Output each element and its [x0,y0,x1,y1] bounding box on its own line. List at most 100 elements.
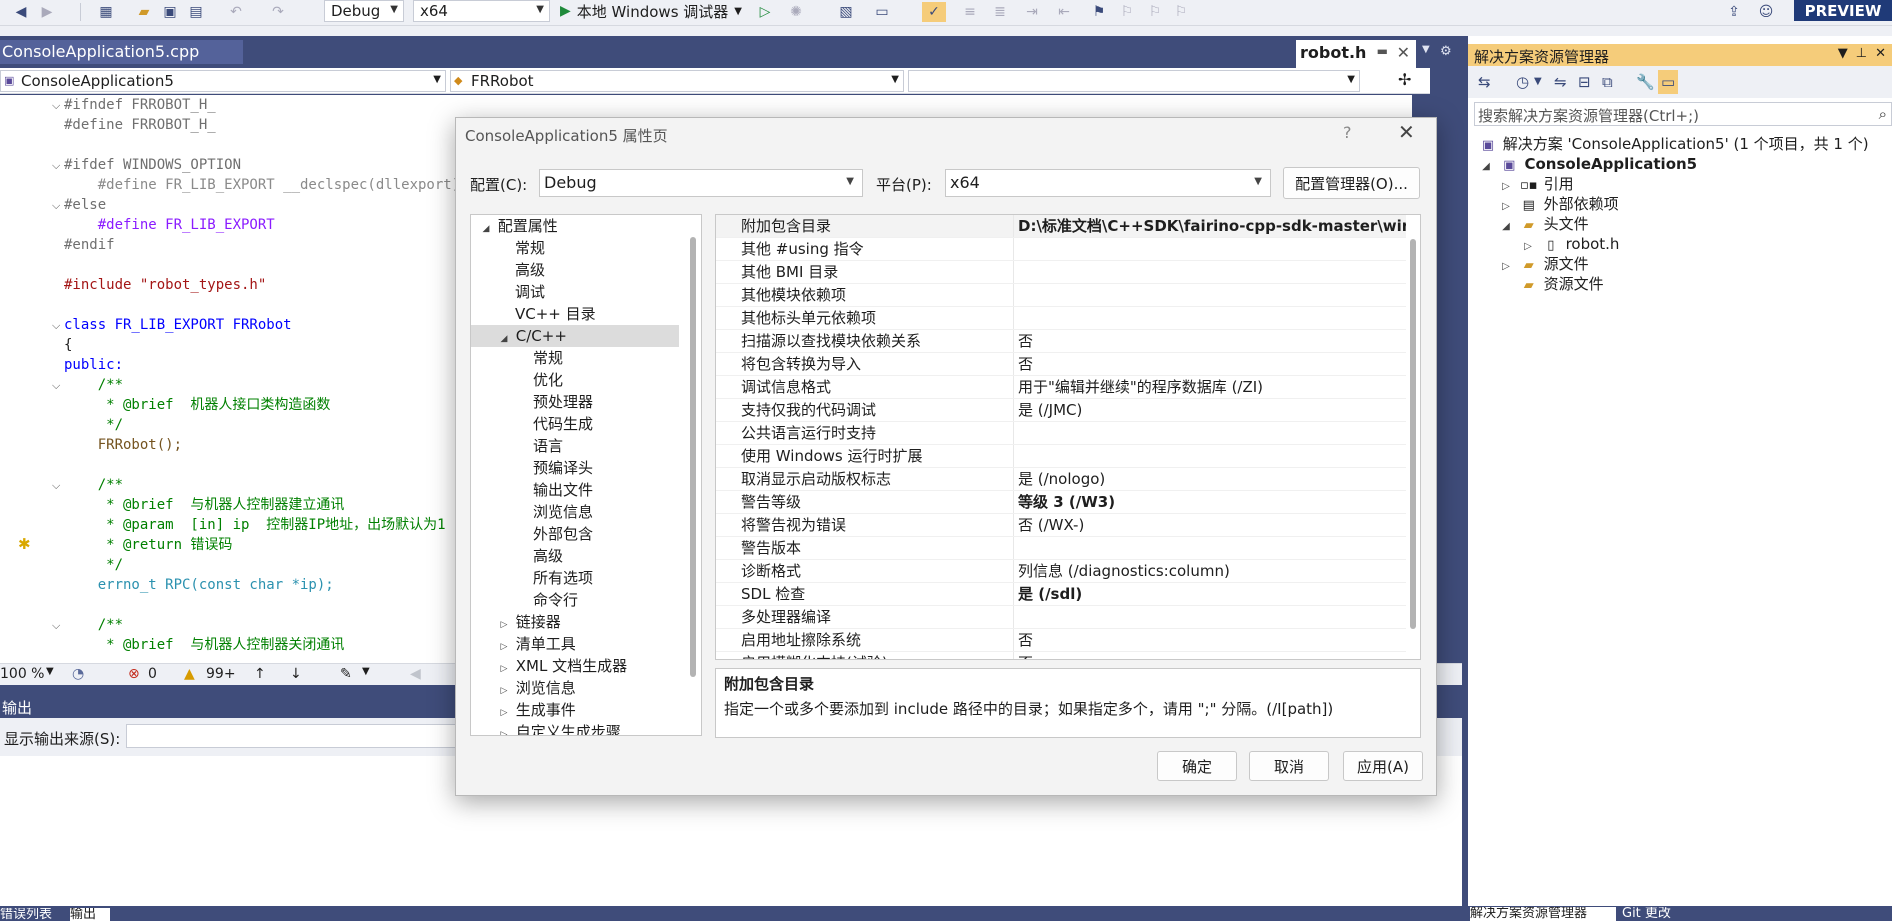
tree-item-all-options[interactable]: 所有选项 [471,567,679,589]
tree-item-external-deps[interactable]: ▷ ▤ 外部依赖项 [1498,194,1618,214]
property-row[interactable]: 调试信息格式 用于"编辑并继续"的程序数据库 (/ZI) [716,376,1406,399]
tree-item-advanced[interactable]: 高级 [471,259,679,281]
output-source-combo[interactable] [126,724,466,748]
tree-item-preprocessor[interactable]: 预处理器 [471,391,679,413]
next-bookmark-icon[interactable]: ⚐ [1146,2,1164,22]
property-row[interactable]: 启用地址擦除系统 否 [716,629,1406,652]
pin-icon[interactable]: ▬ [1377,44,1388,58]
property-value[interactable] [1013,261,1406,283]
tree-item-custom-build-step[interactable]: ▷ 自定义生成步骤 [471,721,679,735]
property-row[interactable]: 多处理器编译 [716,606,1406,629]
save-icon[interactable]: ▣ [160,2,180,22]
fold-icon[interactable]: ⌵ [52,319,60,333]
open-file-icon[interactable]: ▰ [134,2,154,22]
property-value[interactable] [1013,537,1406,559]
property-value[interactable]: 用于"编辑并继续"的程序数据库 (/ZI) [1013,376,1406,398]
property-row[interactable]: 其他标头单元依赖项 [716,307,1406,330]
property-row[interactable]: SDL 检查 是 (/sdl) [716,583,1406,606]
member-scope-combo[interactable]: ▼ [908,70,1360,92]
property-value[interactable]: 否 [1013,652,1406,659]
arrow-down-icon[interactable]: ↓ [290,666,302,682]
property-row[interactable]: 支持仅我的代码调试 是 (/JMC) [716,399,1406,422]
scroll-left-icon[interactable]: ◀ [410,666,421,682]
property-row[interactable]: 其他 BMI 目录 [716,261,1406,284]
property-value[interactable]: 否 [1013,353,1406,375]
tree-item-precompiled-headers[interactable]: 预编译头 [471,457,679,479]
tree-item-external-includes[interactable]: 外部包含 [471,523,679,545]
account-icon[interactable]: ☺ [1756,2,1776,22]
tree-item-general[interactable]: 常规 [471,237,679,259]
switch-views-icon[interactable]: ⇆ [1478,73,1491,91]
tree-item-source-files[interactable]: ▷ ▰ 源文件 [1498,254,1588,274]
spell-check-icon[interactable]: ✓ [922,2,946,22]
tree-item-linker[interactable]: ▷ 链接器 [471,611,679,633]
property-value[interactable]: 等级 3 (/W3) [1013,491,1406,513]
fold-icon[interactable]: ⌵ [52,379,60,393]
property-row[interactable]: 扫描源以查找模块依赖关系 否 [716,330,1406,353]
tree-item-optimization[interactable]: 优化 [471,369,679,391]
search-icon[interactable]: ⌕ [1879,105,1887,123]
prev-bookmark-icon[interactable]: ⚐ [1118,2,1136,22]
tree-item-xml-doc-generator[interactable]: ▷ XML 文档生成器 [471,655,679,677]
sync-icon[interactable]: ⇋ [1554,73,1567,91]
property-value[interactable] [1013,307,1406,329]
tab-solution-explorer[interactable]: 解决方案资源管理器 [1470,907,1616,921]
property-value[interactable]: 否 [1013,330,1406,352]
panel-window-controls[interactable]: ▼⊥✕ [1838,46,1892,61]
property-row[interactable]: 诊断格式 列信息 (/diagnostics:column) [716,560,1406,583]
chevron-down-icon[interactable]: ▼ [46,666,54,677]
tree-item-config-properties[interactable]: ◢ 配置属性 [471,215,679,237]
property-row[interactable]: 其他 #using 指令 [716,238,1406,261]
property-value[interactable]: D:\标准文档\C++SDK\fairino-cpp-sdk-master\wi… [1013,215,1406,237]
property-row[interactable]: 其他模块依赖项 [716,284,1406,307]
property-row[interactable]: 警告版本 [716,537,1406,560]
show-all-files-icon[interactable]: ⧉ [1602,73,1613,91]
forward-icon[interactable]: ▶ [38,2,56,22]
collapsed-icon[interactable]: ▷ [497,724,511,735]
split-editor-icon[interactable]: ✢ [1398,70,1411,89]
property-value[interactable]: 是 (/nologo) [1013,468,1406,490]
uncomment-icon[interactable]: ≣ [990,2,1010,22]
tab-consoleapplication5-cpp[interactable]: ConsoleApplication5.cpp [0,40,243,64]
property-value[interactable] [1013,238,1406,260]
hot-reload-icon[interactable]: ✺ [786,2,806,22]
error-count[interactable]: 0 [148,666,157,682]
property-value[interactable]: 是 (/sdl) [1013,583,1406,605]
arrow-up-icon[interactable]: ↑ [254,666,266,682]
clear-bookmarks-icon[interactable]: ⚐ [1172,2,1190,22]
tree-item-output-files[interactable]: 输出文件 [471,479,679,501]
back-icon[interactable]: ◀ [12,2,30,22]
tree-item-language[interactable]: 语言 [471,435,679,457]
dialog-config-combo[interactable]: Debug ▼ [539,169,863,197]
outdent-icon[interactable]: ⇤ [1054,2,1074,22]
close-icon[interactable]: ✕ [1397,43,1410,62]
start-without-debug-icon[interactable]: ▷ [756,2,774,22]
fold-icon[interactable]: ⌵ [52,159,60,173]
tree-item-resource-files[interactable]: ▰ 资源文件 [1498,274,1604,294]
bookmark-icon[interactable]: ⚑ [1090,2,1108,22]
config-combo[interactable]: Debug ▼ [324,0,404,22]
cleanup-icon[interactable]: ✎ [340,666,352,682]
tree-item-debugging[interactable]: 调试 [471,281,679,303]
start-debug-button[interactable]: ▶ 本地 Windows 调试器 ▼ [560,0,742,22]
property-row[interactable]: 附加包含目录 D:\标准文档\C++SDK\fairino-cpp-sdk-mas… [716,215,1406,238]
lightbulb-icon[interactable]: ✱ [18,535,31,553]
properties-icon[interactable]: 🔧 [1636,73,1655,91]
tree-item-c-cpp[interactable]: ◢ C/C++ [471,325,679,347]
tab-git-changes[interactable]: Git 更改 [1622,907,1692,921]
expanded-icon[interactable]: ◢ [1498,217,1514,237]
expanded-icon[interactable]: ◢ [1478,157,1494,177]
browse-icon[interactable]: ▧ [836,2,856,22]
new-project-icon[interactable]: ▦ [95,2,117,22]
config-manager-button[interactable]: 配置管理器(O)... [1283,167,1420,199]
comment-icon[interactable]: ≡ [960,2,980,22]
project-scope-combo[interactable]: ▣ ConsoleApplication5 ▼ [0,70,446,92]
tree-item-code-generation[interactable]: 代码生成 [471,413,679,435]
solution-explorer-search[interactable]: 搜索解决方案资源管理器(Ctrl+;) ⌕ [1474,102,1892,126]
fold-icon[interactable]: ⌵ [52,99,60,113]
tree-item-cpp-advanced[interactable]: 高级 [471,545,679,567]
tree-item-command-line[interactable]: 命令行 [471,589,679,611]
property-value[interactable] [1013,422,1406,444]
tree-item-build-events[interactable]: ▷ 生成事件 [471,699,679,721]
tree-item-manifest-tool[interactable]: ▷ 清单工具 [471,633,679,655]
